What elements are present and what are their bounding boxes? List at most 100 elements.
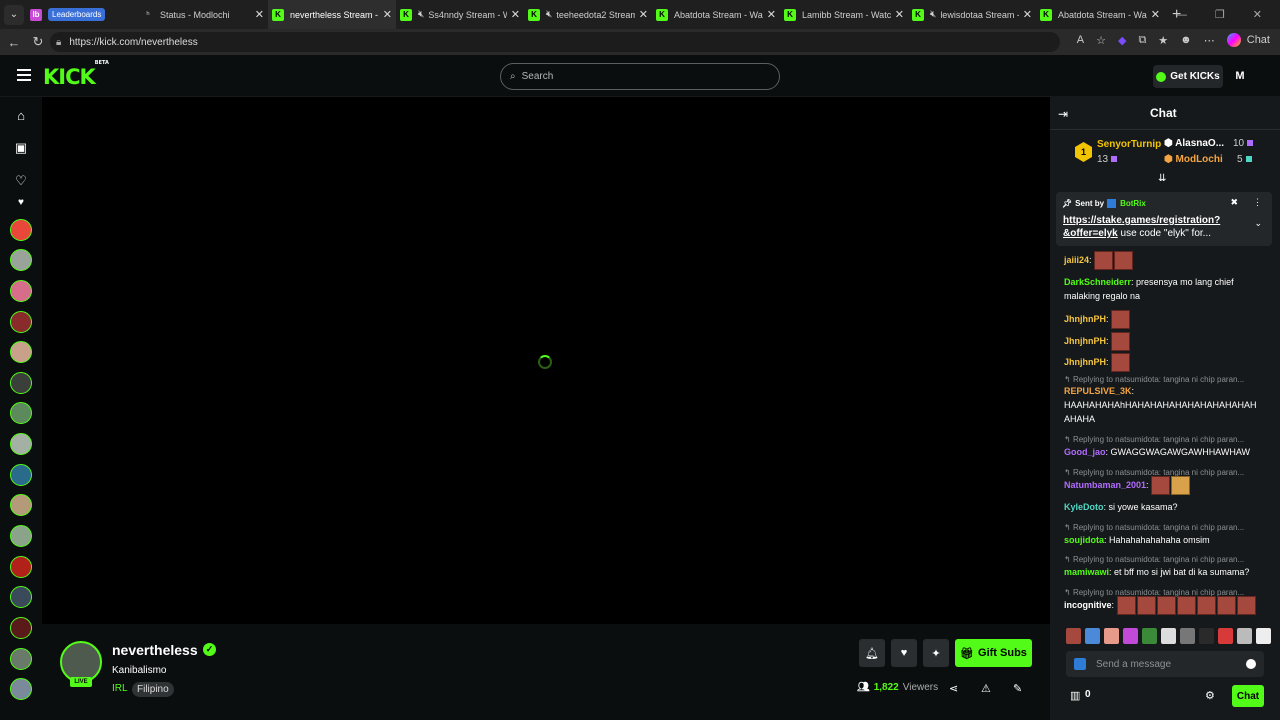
channel-avatar[interactable] — [10, 280, 32, 302]
share-icon[interactable]: ⋖ — [949, 682, 958, 695]
top-gifter-name[interactable]: SenyorTurnip — [1097, 139, 1161, 150]
pinned-more-icon[interactable]: ⋮ — [1253, 197, 1262, 208]
pinned-link-2[interactable]: &offer=elyk — [1063, 228, 1118, 239]
tab-actions-icon[interactable]: ⌄ — [4, 4, 24, 25]
url-field[interactable]: 🔒︎ https://kick.com/nevertheless — [50, 32, 1060, 52]
browse-icon[interactable]: ▣ — [13, 140, 29, 156]
chat-username[interactable]: soujidota — [1064, 535, 1104, 545]
close-icon[interactable]: ✕ — [511, 8, 520, 21]
channel-avatar[interactable] — [10, 556, 32, 578]
channel-avatar[interactable] — [10, 617, 32, 639]
close-icon[interactable]: ✕ — [767, 8, 776, 21]
report-icon[interactable]: ⚠ — [981, 682, 991, 695]
close-icon[interactable]: ✕ — [1151, 8, 1160, 21]
pinned-sender[interactable]: BotRix — [1120, 199, 1146, 208]
channel-avatar[interactable] — [10, 219, 32, 241]
emoji-picker-icon[interactable] — [1246, 659, 1256, 669]
gift-subs-button[interactable]: 🎁︎ Gift Subs — [955, 639, 1032, 667]
tab-lamibb[interactable]: K Lamibb Stream - Watch l ✕ — [780, 0, 908, 29]
unpin-icon[interactable]: ✖ — [1230, 197, 1238, 208]
stream-category[interactable]: IRL — [112, 683, 128, 694]
back-icon[interactable]: ← — [2, 35, 26, 50]
quick-emote[interactable] — [1066, 628, 1081, 644]
collapse-chat-icon[interactable]: ⇥ — [1058, 107, 1068, 121]
quick-emote[interactable] — [1180, 628, 1195, 644]
channel-avatar[interactable] — [10, 678, 32, 700]
chat-username[interactable]: DarkSchneiderr — [1064, 277, 1131, 287]
chat-settings-icon[interactable]: ⚙ — [1205, 689, 1215, 702]
kick-logo[interactable]: KICKBETA — [43, 60, 109, 89]
more-icon[interactable]: ⋯ — [1204, 34, 1215, 47]
close-icon[interactable]: ✕ — [895, 8, 904, 21]
streamer-name[interactable]: nevertheless — [112, 642, 198, 658]
quick-emote[interactable] — [1161, 628, 1176, 644]
close-icon[interactable]: ✕ — [639, 8, 648, 21]
chat-message-input[interactable]: Send a message — [1066, 651, 1264, 677]
follow-heart-button[interactable]: ♥ — [891, 639, 917, 667]
quick-emote[interactable] — [1142, 628, 1157, 644]
tab-lewisdotaa[interactable]: K 🔇︎ lewisdotaa Stream - ✕ — [908, 0, 1036, 29]
expand-pinned-icon[interactable]: ⌄ — [1254, 218, 1262, 229]
close-icon[interactable]: ✕ — [255, 8, 264, 21]
user-avatar[interactable]: M — [1230, 66, 1250, 86]
clip-icon[interactable]: ✎ — [1013, 682, 1022, 695]
tab-leaderboards[interactable]: lb Leaderboards — [26, 0, 138, 29]
chat-username[interactable]: incognitive — [1064, 600, 1112, 610]
channel-avatar[interactable] — [10, 341, 32, 363]
channel-avatar[interactable] — [10, 586, 32, 608]
kicks-wallet-icon[interactable]: ▥ — [1070, 689, 1080, 702]
video-player[interactable] — [42, 97, 1050, 624]
search-input[interactable]: ⌕ Search — [500, 63, 780, 90]
sparkle-button[interactable]: ✦ — [923, 639, 949, 667]
close-icon[interactable]: ✕ — [383, 8, 392, 21]
get-kicks-button[interactable]: Get KICKs — [1153, 65, 1223, 88]
mute-icon[interactable]: 🔇︎ — [546, 9, 552, 20]
chat-username[interactable]: JhnjhnPH — [1064, 357, 1106, 367]
channel-avatar[interactable] — [10, 494, 32, 516]
menu-icon[interactable] — [17, 69, 31, 81]
refresh-icon[interactable]: ↻ — [26, 34, 50, 50]
tab-abatdota[interactable]: K Abatdota Stream - Watch ✕ — [652, 0, 780, 29]
puzzle-icon[interactable]: ⧉ — [1138, 34, 1146, 47]
tab-nevertheless[interactable]: K nevertheless Stream - Wa ✕ — [268, 0, 396, 29]
copilot-chat-label[interactable]: Chat — [1247, 34, 1270, 46]
chat-username[interactable]: Good_jao — [1064, 447, 1106, 457]
send-chat-button[interactable]: Chat — [1232, 685, 1264, 707]
chat-username[interactable]: REPULSIVE_3K — [1064, 386, 1132, 396]
mute-icon[interactable]: 🔇︎ — [418, 9, 424, 20]
channel-avatar[interactable] — [10, 402, 32, 424]
channel-avatar[interactable] — [10, 311, 32, 333]
profile-icon[interactable]: ☻ — [1180, 34, 1192, 46]
chat-username[interactable]: mamiwawi — [1064, 567, 1109, 577]
tab-ss4nndy[interactable]: K 🔇︎ Ss4nndy Stream - W ✕ — [396, 0, 524, 29]
mute-icon[interactable]: 🔇︎ — [930, 9, 936, 20]
quick-emote[interactable] — [1256, 628, 1271, 644]
quick-emote[interactable] — [1237, 628, 1252, 644]
maximize-icon[interactable]: ❐ — [1215, 8, 1225, 21]
favorite-star-icon[interactable]: ☆ — [1096, 34, 1106, 47]
quick-emote[interactable] — [1123, 628, 1138, 644]
home-icon[interactable]: ⌂ — [13, 107, 29, 123]
quick-emote[interactable] — [1218, 628, 1233, 644]
quick-emote[interactable] — [1104, 628, 1119, 644]
channel-avatar[interactable] — [10, 648, 32, 670]
tab-status[interactable]: ʰ Status - Modlochi ✕ — [138, 0, 268, 29]
channel-avatar[interactable] — [10, 249, 32, 271]
close-icon[interactable]: ✕ — [1023, 8, 1032, 21]
chat-username[interactable]: JhnjhnPH — [1064, 314, 1106, 324]
chat-username[interactable]: JhnjhnPH — [1064, 336, 1106, 346]
channel-avatar[interactable] — [10, 464, 32, 486]
copilot-icon[interactable] — [1226, 33, 1241, 47]
quick-emote[interactable] — [1085, 628, 1100, 644]
chat-username[interactable]: jaiii24 — [1064, 255, 1089, 265]
tab-teeheedota2[interactable]: K 🔇︎ teeheedota2 Stream ✕ — [524, 0, 652, 29]
tab-abatdota-2[interactable]: K Abatdota Stream - Watch ✕ — [1036, 0, 1164, 29]
following-heart-icon[interactable]: ♡ — [13, 173, 29, 189]
second-gifter-name[interactable]: ⬢ AlasnaO... — [1164, 138, 1224, 149]
third-gifter-name[interactable]: ⬢ ModLochi — [1164, 154, 1223, 165]
channel-avatar[interactable] — [10, 525, 32, 547]
notification-bell-button[interactable]: 🔔︎ — [859, 639, 885, 667]
expand-leaderboard-icon[interactable]: ⇊ — [1158, 173, 1166, 184]
channel-avatar[interactable] — [10, 372, 32, 394]
pinned-link[interactable]: https://stake.games/registration? — [1063, 215, 1220, 226]
